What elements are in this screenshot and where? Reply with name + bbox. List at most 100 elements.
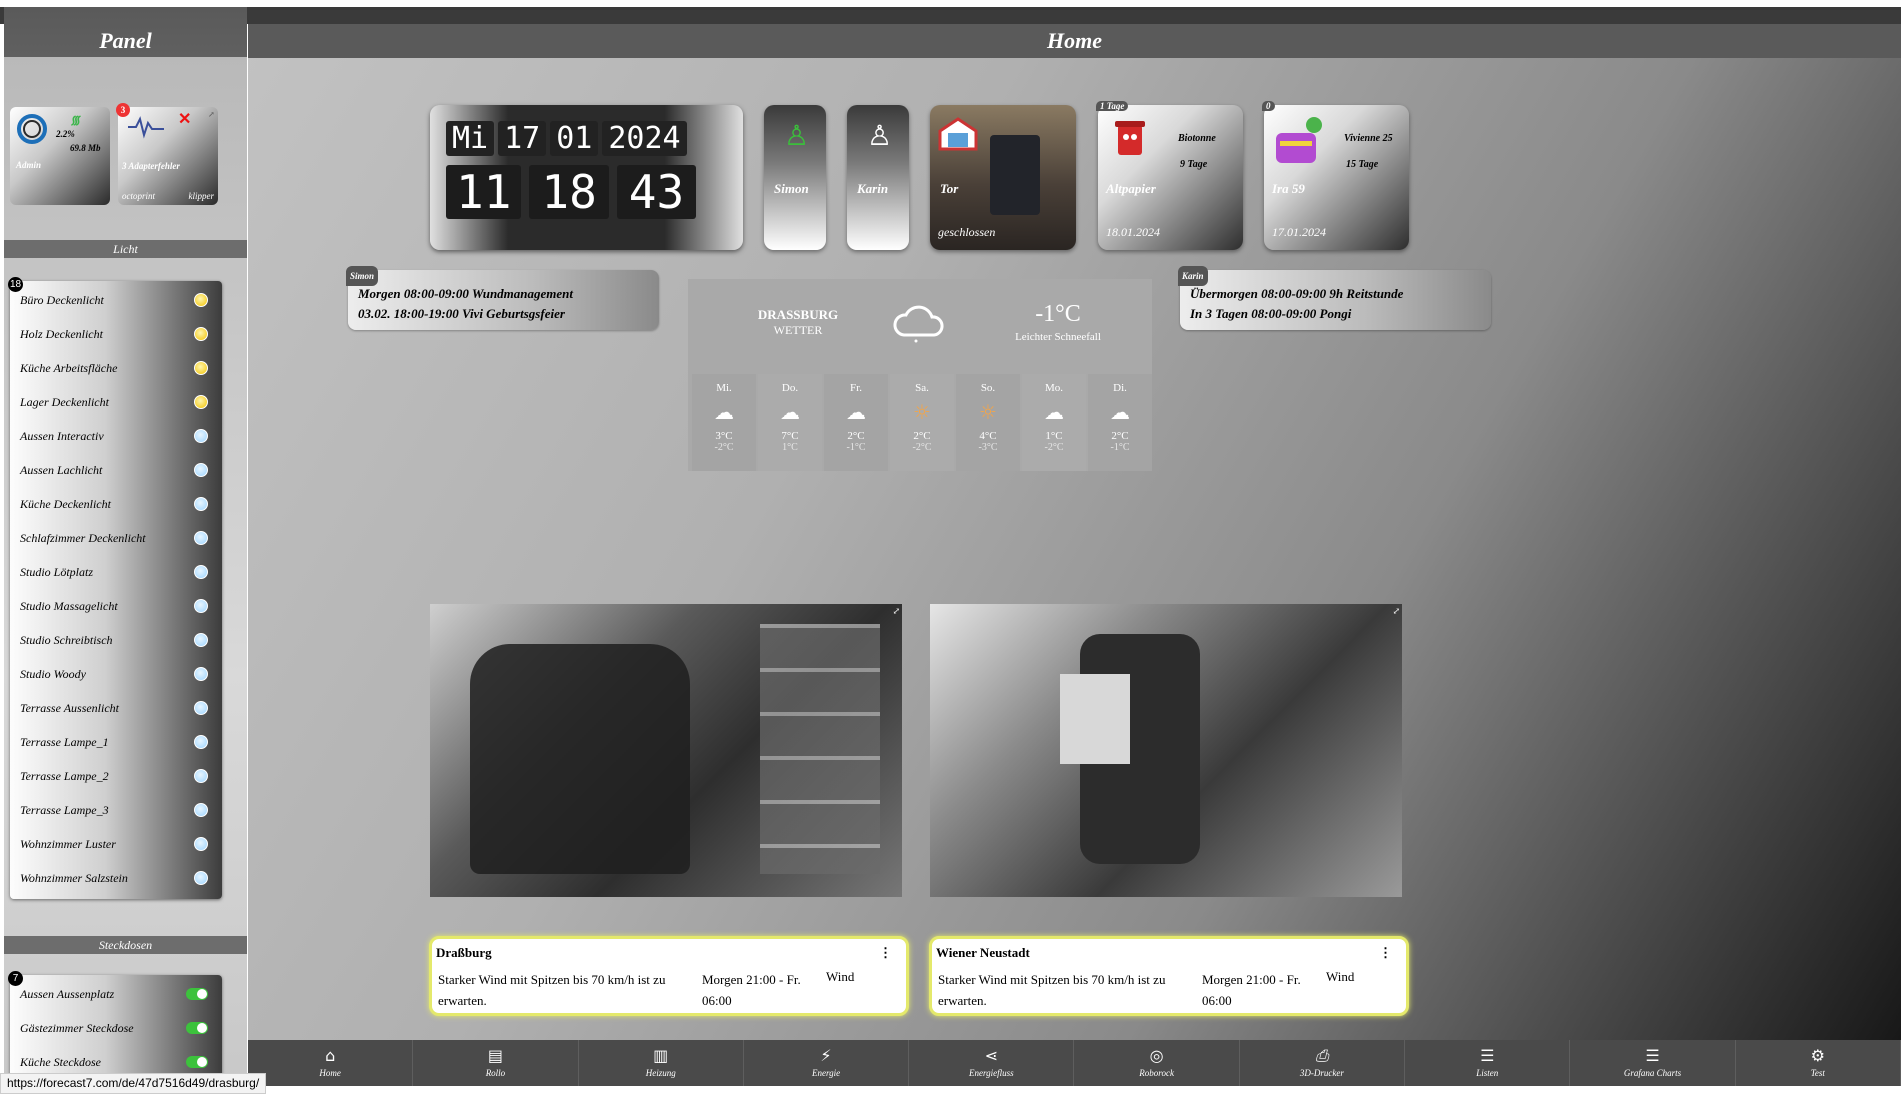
nav-listen[interactable]: ☰ Listen — [1405, 1040, 1571, 1086]
lightbulb-icon[interactable] — [194, 463, 208, 477]
forecast-high: 7°C — [781, 430, 799, 442]
lightbulb-icon[interactable] — [194, 599, 208, 613]
birthday-next-name: Vivienne 25 — [1344, 133, 1393, 144]
light-item[interactable]: Studio Schreibtisch — [10, 623, 222, 657]
camera-expand-icon[interactable]: ⤢ — [892, 606, 900, 617]
lightbulb-icon[interactable] — [194, 429, 208, 443]
bin-icon — [1115, 121, 1145, 155]
birthday-days-tag: 0 — [1262, 101, 1275, 111]
nav-label: Energie — [811, 1068, 841, 1078]
lightbulb-icon[interactable] — [194, 701, 208, 715]
lightbulb-icon[interactable] — [194, 565, 208, 579]
light-item[interactable]: Studio Lötplatz — [10, 555, 222, 589]
clock-weekday: Mi — [446, 121, 495, 156]
light-item[interactable]: Studio Woody — [10, 657, 222, 691]
light-item[interactable]: Wohnzimmer Luster — [10, 827, 222, 861]
light-item[interactable]: Terrasse Lampe_2 — [10, 759, 222, 793]
bottom-navigation: ⌂ Home ▤ Rollo ▥ Heizung ⚡ Energie ⋖ Energiefluss… — [248, 1040, 1901, 1086]
socket-toggle[interactable] — [186, 1022, 208, 1034]
light-item[interactable]: Lager Deckenlicht — [10, 385, 222, 419]
adapter-left: octoprint — [122, 191, 155, 201]
light-label: Terrasse Lampe_3 — [20, 802, 109, 817]
admin-card[interactable]: ᯾ 2.2% 69.8 Mb Admin — [10, 107, 110, 205]
lightbulb-icon[interactable] — [194, 361, 208, 375]
nav-roborock[interactable]: ◎ Roborock — [1074, 1040, 1240, 1086]
flow-icon: ⋖ — [984, 1046, 999, 1065]
light-item[interactable]: Holz Deckenlicht — [10, 317, 222, 351]
light-item[interactable]: Büro Deckenlicht — [10, 283, 222, 317]
adapter-card[interactable]: 3 ✕ ↗ 3 Adapterfehler octoprint klipper — [116, 103, 218, 205]
socket-item[interactable]: Aussen Aussenplatz — [10, 977, 222, 1011]
weather-widget[interactable]: DRASSBURG WETTER -1°C Leichter Schneefal… — [688, 279, 1152, 471]
forecast-day-name: Mo. — [1044, 382, 1064, 394]
external-link-icon[interactable]: ↗ — [208, 109, 215, 119]
light-item[interactable]: Küche Deckenlicht — [10, 487, 222, 521]
light-item[interactable]: Terrasse Lampe_3 — [10, 793, 222, 827]
light-item[interactable]: Studio Massagelicht — [10, 589, 222, 623]
lightbulb-icon[interactable] — [194, 769, 208, 783]
person-card-simon[interactable]: ♙ Simon — [764, 105, 826, 250]
light-item[interactable]: Küche Arbeitsfläche — [10, 351, 222, 385]
nav-heizung[interactable]: ▥ Heizung — [579, 1040, 744, 1086]
weather-alert-wiener-neustadt[interactable]: Wiener Neustadt ⋮ Starker Wind mit Spitz… — [929, 936, 1409, 1016]
lightbulb-icon[interactable] — [194, 531, 208, 545]
light-label: Studio Schreibtisch — [20, 632, 113, 647]
light-item[interactable]: Wohnzimmer Salzstein — [10, 861, 222, 895]
alert-kind: Wind — [1326, 969, 1355, 984]
lightbulb-icon[interactable] — [194, 735, 208, 749]
nav-test[interactable]: ⚙ Test — [1736, 1040, 1901, 1086]
person-card-karin[interactable]: ♙ Karin — [847, 105, 909, 250]
nav-energiefluss[interactable]: ⋖ Energiefluss — [909, 1040, 1075, 1086]
calendar-karin[interactable]: Karin Übermorgen 08:00-09:00 9h Reitstun… — [1178, 266, 1491, 330]
sun-icon: ☼ — [979, 400, 997, 424]
birthday-date: 17.01.2024 — [1272, 225, 1326, 239]
more-icon[interactable]: ⋮ — [1379, 945, 1392, 961]
forecast-day-name: Sa. — [915, 382, 929, 394]
nav-home[interactable]: ⌂ Home — [248, 1040, 414, 1086]
weather-alert-drassburg[interactable]: Draßburg ⋮ Starker Wind mit Spitzen bis … — [429, 936, 909, 1016]
alert-when: Morgen 21:00 - Fr. 06:00 — [1202, 972, 1301, 1008]
forecast-high: 2°C — [1111, 430, 1129, 442]
socket-toggle[interactable] — [186, 988, 208, 1000]
forecast-day: Sa. ☼ 2°C -2°C — [890, 374, 954, 471]
side-panel: Panel ᯾ 2.2% 69.8 Mb Admin 3 ✕ ↗ 3 Adapt… — [4, 7, 247, 1086]
calendar-simon[interactable]: Simon Morgen 08:00-09:00 Wundmanagement … — [346, 266, 659, 330]
more-icon[interactable]: ⋮ — [879, 945, 892, 961]
light-item[interactable]: Terrasse Lampe_1 — [10, 725, 222, 759]
camera-living-room[interactable]: ⤢ — [930, 604, 1402, 897]
light-label: Studio Massagelicht — [20, 598, 118, 613]
lightbulb-icon[interactable] — [194, 803, 208, 817]
light-item[interactable]: Schlafzimmer Deckenlicht — [10, 521, 222, 555]
cloud-icon: ☁ — [1044, 400, 1064, 424]
lightbulb-icon[interactable] — [194, 667, 208, 681]
lightbulb-icon[interactable] — [194, 327, 208, 341]
light-label: Wohnzimmer Luster — [20, 836, 116, 851]
nav-label: Energiefluss — [969, 1068, 1014, 1078]
light-item[interactable]: Aussen Lachlicht — [10, 453, 222, 487]
nav-energie[interactable]: ⚡ Energie — [744, 1040, 910, 1086]
weather-label: WETTER — [773, 323, 823, 337]
birthday-card[interactable]: 0 Vivienne 25 15 Tage Ira 59 17.01.2024 — [1262, 101, 1409, 250]
nav-rollo[interactable]: ▤ Rollo — [413, 1040, 579, 1086]
light-item[interactable]: Aussen Interactiv — [10, 419, 222, 453]
lightbulb-icon[interactable] — [194, 497, 208, 511]
lightbulb-icon[interactable] — [194, 293, 208, 307]
lightbulb-icon[interactable] — [194, 837, 208, 851]
socket-toggle[interactable] — [186, 1056, 208, 1068]
lightbulb-icon[interactable] — [194, 871, 208, 885]
nav-3d-drucker[interactable]: ⎙ 3D-Drucker — [1240, 1040, 1406, 1086]
clock-month: 01 — [550, 121, 599, 156]
lightbulb-icon[interactable] — [194, 395, 208, 409]
gate-card[interactable]: Tor geschlossen — [930, 105, 1076, 250]
nav-grafana-charts[interactable]: ☰ Grafana Charts — [1570, 1040, 1736, 1086]
camera-expand-icon[interactable]: ⤢ — [1392, 606, 1400, 617]
licht-count: 18 — [8, 277, 23, 292]
light-item[interactable]: Terrasse Aussenlicht — [10, 691, 222, 725]
snow-cloud-icon — [893, 305, 944, 343]
waste-card[interactable]: 1 Tage Biotonne 9 Tage Altpapier 18.01.2… — [1096, 101, 1243, 250]
camera-garage[interactable]: ⤢ — [430, 604, 902, 897]
wifi-icon: ᯾ — [70, 113, 81, 127]
forecast-high: 3°C — [715, 430, 733, 442]
lightbulb-icon[interactable] — [194, 633, 208, 647]
socket-item[interactable]: Gästezimmer Steckdose — [10, 1011, 222, 1045]
